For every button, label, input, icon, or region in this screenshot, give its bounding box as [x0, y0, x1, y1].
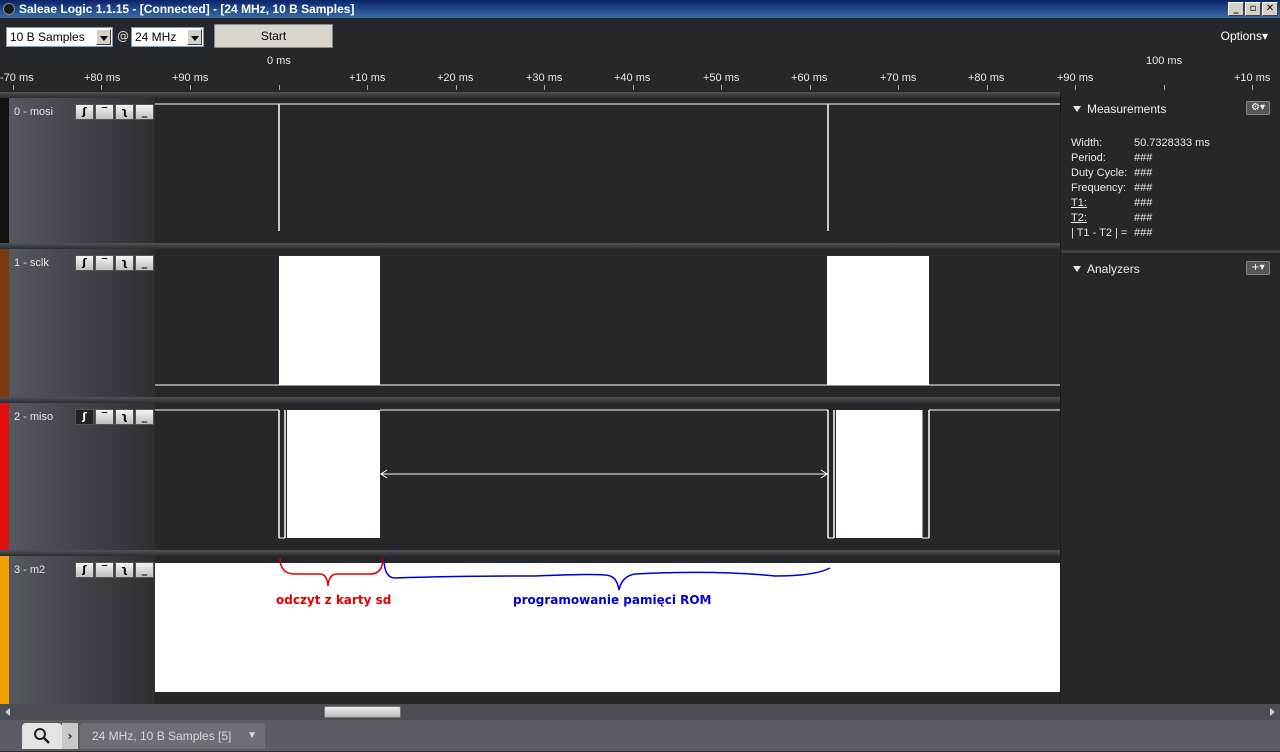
channel-name: 3 - m2: [14, 564, 46, 576]
ruler-label: 0 ms: [267, 55, 291, 67]
low-level-icon[interactable]: _: [135, 409, 154, 425]
ruler-label: +60 ms: [791, 72, 828, 84]
measurements-header[interactable]: Measurements: [1073, 102, 1166, 116]
ruler-label: +40 ms: [614, 72, 651, 84]
falling-edge-icon[interactable]: ʅ: [115, 409, 134, 425]
start-button[interactable]: Start: [214, 24, 333, 48]
measurement-row: Frequency: ###: [1071, 182, 1153, 194]
app-icon: [3, 3, 15, 15]
close-button[interactable]: ✕: [1262, 2, 1278, 16]
ruler-label: +50 ms: [703, 72, 740, 84]
scroll-right-icon[interactable]: [1270, 708, 1275, 716]
mosi-signal: [155, 103, 1060, 231]
tab-scroll-arrow[interactable]: ›: [62, 723, 78, 749]
search-icon: [34, 728, 50, 744]
samples-value: 10 B Samples: [10, 30, 85, 44]
ruler-label: +90 ms: [1057, 72, 1094, 84]
toolbar: 10 B Samples 24 MHz: [0, 18, 1280, 52]
channel-2-header[interactable]: 2 - miso ʃ ‾ ʅ _: [0, 403, 155, 550]
maximize-button[interactable]: ▫: [1245, 2, 1261, 16]
ruler-label: 100 ms: [1146, 55, 1183, 67]
ruler-label: +10 ms: [1234, 72, 1271, 84]
channel-1-header[interactable]: 1 - sclk ʃ ‾ ʅ _: [0, 249, 155, 397]
rate-value: 24 MHz: [135, 30, 177, 44]
ruler-label: +90 ms: [172, 72, 209, 84]
rising-edge-icon[interactable]: ʃ: [75, 104, 94, 120]
sd-read-annotation: odczyt z karty sd: [276, 593, 392, 607]
measurement-row: T1: ###: [1071, 197, 1153, 209]
measurement-row: T2: ###: [1071, 212, 1153, 224]
scroll-left-icon[interactable]: [5, 708, 10, 716]
low-level-icon[interactable]: _: [135, 104, 154, 120]
rom-programming-annotation: programowanie pamięci ROM: [513, 593, 712, 607]
session-tab[interactable]: 24 MHz, 10 B Samples [5] ▼: [80, 723, 265, 749]
at-symbol: @: [117, 29, 129, 43]
horizontal-scrollbar[interactable]: [0, 704, 1280, 720]
options-menu[interactable]: Options▾: [1221, 29, 1268, 43]
high-level-icon[interactable]: ‾: [95, 104, 114, 120]
channel-color-stripe: [0, 98, 9, 243]
dropdown-arrow-icon[interactable]: [187, 29, 202, 45]
ruler-label: +80 ms: [968, 72, 1005, 84]
time-ruler: -70 ms +80 ms +90 ms 0 ms +10 ms +20 ms …: [0, 52, 1280, 92]
ruler-label: +10 ms: [349, 72, 386, 84]
rate-dropdown[interactable]: 24 MHz: [131, 27, 204, 47]
add-analyzer-icon[interactable]: +▾: [1246, 261, 1270, 275]
rising-edge-icon[interactable]: ʃ: [75, 255, 94, 271]
scroll-thumb[interactable]: [324, 706, 401, 718]
dropdown-arrow-icon[interactable]: [96, 29, 111, 45]
miso-signal: [155, 409, 1060, 539]
samples-dropdown[interactable]: 10 B Samples: [6, 27, 113, 47]
channel-color-stripe: [0, 249, 9, 397]
ruler-label: +20 ms: [437, 72, 474, 84]
channel-0-header[interactable]: 0 - mosi ʃ ‾ ʅ _: [0, 98, 155, 243]
falling-edge-icon[interactable]: ʅ: [115, 104, 134, 120]
ruler-label: +70 ms: [880, 72, 917, 84]
ruler-label: -70 ms: [0, 72, 34, 84]
channel-3-waveform[interactable]: odczyt z karty sd programowanie pamięci …: [155, 556, 1060, 704]
channel-3-header[interactable]: 3 - m2 ʃ ‾ ʅ _: [0, 556, 155, 704]
search-tab[interactable]: [22, 723, 62, 749]
channel-0-waveform[interactable]: [155, 98, 1060, 243]
channel-color-stripe: [0, 403, 9, 550]
high-level-icon[interactable]: ‾: [95, 409, 114, 425]
session-tab-bar: › 24 MHz, 10 B Samples [5] ▼: [0, 720, 1280, 751]
low-level-icon[interactable]: _: [135, 255, 154, 271]
measurement-row: | T1 - T2 | = ###: [1071, 227, 1153, 239]
channel-name: 0 - mosi: [14, 106, 54, 118]
low-level-icon[interactable]: _: [135, 562, 154, 578]
m2-signal: [155, 557, 1060, 692]
channel-color-stripe: [0, 556, 9, 704]
window-title: Saleae Logic 1.1.15 - [Connected] - [24 …: [19, 2, 355, 16]
chevron-down-icon[interactable]: ▼: [247, 723, 257, 749]
minimize-button[interactable]: _: [1228, 2, 1244, 16]
falling-edge-icon[interactable]: ʅ: [115, 562, 134, 578]
measurement-row: Period: ###: [1071, 152, 1153, 164]
rising-edge-icon[interactable]: ʃ: [75, 562, 94, 578]
side-panel: Measurements ⚙▾ Width: 50.7328333 ms Peri…: [1060, 92, 1280, 704]
measurement-row: Duty Cycle: ###: [1071, 167, 1153, 179]
high-level-icon[interactable]: ‾: [95, 255, 114, 271]
channel-name: 2 - miso: [14, 411, 54, 423]
ruler-label: +30 ms: [526, 72, 563, 84]
title-bar: Saleae Logic 1.1.15 - [Connected] - [24 …: [0, 0, 1280, 18]
channel-name: 1 - sclk: [14, 257, 49, 269]
gear-icon[interactable]: ⚙▾: [1246, 101, 1270, 115]
session-tab-label: 24 MHz, 10 B Samples [5]: [92, 729, 232, 743]
sclk-signal: [155, 256, 1060, 386]
measurement-row: Width: 50.7328333 ms: [1071, 137, 1210, 149]
channel-1-waveform[interactable]: [155, 249, 1060, 397]
channel-2-waveform[interactable]: [155, 403, 1060, 550]
falling-edge-icon[interactable]: ʅ: [115, 255, 134, 271]
high-level-icon[interactable]: ‾: [95, 562, 114, 578]
ruler-label: +80 ms: [84, 72, 121, 84]
rising-edge-icon[interactable]: ʃ: [75, 409, 94, 425]
analyzers-header[interactable]: Analyzers: [1073, 262, 1140, 276]
